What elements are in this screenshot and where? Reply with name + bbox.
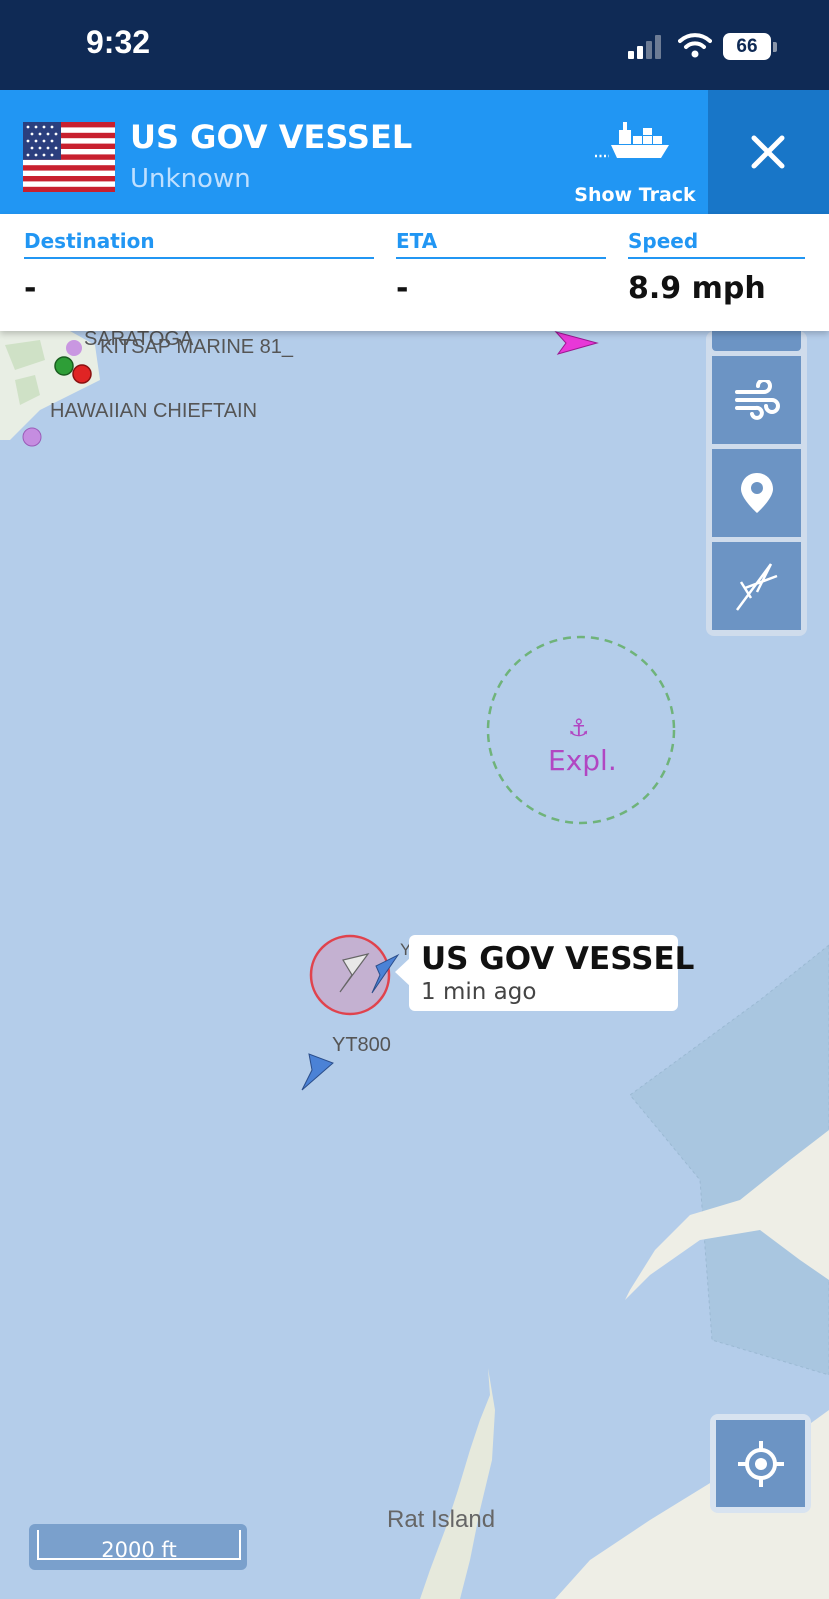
measure-button[interactable] xyxy=(712,542,801,630)
battery-tip xyxy=(773,42,777,52)
speed-label: Speed xyxy=(628,229,805,259)
eta-value: - xyxy=(396,271,409,306)
locate-panel xyxy=(710,1414,811,1513)
vessel-callout[interactable]: US GOV VESSEL 1 min ago xyxy=(395,935,694,1011)
wifi-icon xyxy=(678,33,712,58)
map-label-hawaiian-chieftain: HAWAIIAN CHIEFTAIN xyxy=(50,400,258,422)
signal-icon xyxy=(628,35,661,59)
layers-button[interactable] xyxy=(712,331,801,351)
vessel-dot-purple-2 xyxy=(22,427,42,447)
map-pin-icon xyxy=(740,473,773,513)
eta-field: ETA - xyxy=(396,229,606,306)
us-flag-icon xyxy=(23,122,115,192)
wind-icon xyxy=(734,380,780,420)
eta-label: ETA xyxy=(396,229,606,259)
close-icon xyxy=(751,135,785,169)
scale-bar: 2000 ft xyxy=(29,1524,247,1570)
vessel-marker-blue-yt800 xyxy=(301,1053,334,1091)
vessel-dot-red xyxy=(72,364,92,384)
vessel-info-row: Destination - ETA - Speed 8.9 mph xyxy=(0,214,829,331)
vessel-dot-green xyxy=(54,356,74,376)
battery-icon: 66 xyxy=(723,33,771,60)
compass-icon xyxy=(735,563,777,611)
locate-button[interactable] xyxy=(716,1420,805,1507)
battery-level: 66 xyxy=(736,36,758,57)
map-tools-panel xyxy=(706,331,807,636)
selected-vessel-ring xyxy=(309,934,391,1016)
land-rat-island xyxy=(420,1368,495,1599)
cargo-ship-icon xyxy=(595,122,669,158)
show-track-label: Show Track xyxy=(574,184,696,206)
map-label-kitsap: KITSAP MARINE 81_ xyxy=(100,336,294,358)
anchor-icon: ⚓ xyxy=(568,714,590,742)
destination-value: - xyxy=(24,271,37,306)
show-track-button[interactable]: Show Track xyxy=(574,118,696,210)
map-label-rat-island: Rat Island xyxy=(387,1506,496,1533)
callout-vessel-name: US GOV VESSEL xyxy=(421,941,695,977)
wind-button[interactable] xyxy=(712,356,801,444)
status-bar: 9:32 66 xyxy=(0,0,829,90)
vessel-dot-purple xyxy=(66,340,82,356)
speed-field: Speed 8.9 mph xyxy=(628,229,805,306)
map-label-anchorage: Expl. xyxy=(548,744,617,777)
status-time: 9:32 xyxy=(86,24,151,60)
scale-label: 2000 ft xyxy=(37,1530,241,1562)
close-button[interactable] xyxy=(708,90,829,214)
speed-value: 8.9 mph xyxy=(628,271,766,306)
vessel-name: US GOV VESSEL xyxy=(130,118,413,156)
callout-time-ago: 1 min ago xyxy=(421,979,537,1005)
map-label-yt800: YT800 xyxy=(332,1034,391,1056)
callout-pointer xyxy=(395,957,411,987)
locate-icon xyxy=(737,1440,784,1487)
destination-label: Destination xyxy=(24,229,374,259)
destination-field: Destination - xyxy=(24,229,374,306)
vessel-marker-magenta xyxy=(554,331,599,355)
vessel-type: Unknown xyxy=(130,164,251,194)
pin-button[interactable] xyxy=(712,449,801,537)
